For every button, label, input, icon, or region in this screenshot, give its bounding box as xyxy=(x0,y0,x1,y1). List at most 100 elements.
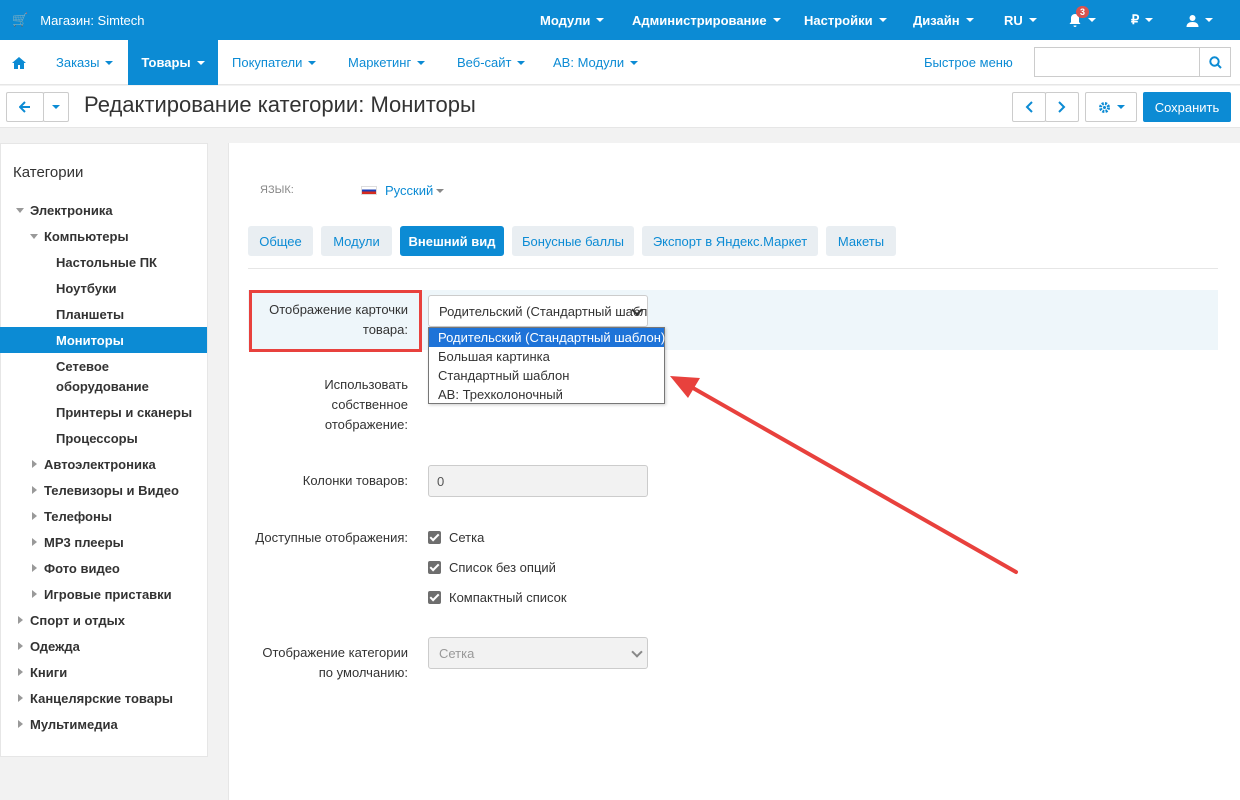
history-dropdown[interactable] xyxy=(43,92,69,122)
collapsed-icon xyxy=(32,512,37,520)
sidebar-item-mp3[interactable]: MP3 плееры xyxy=(0,530,207,554)
currency-selector[interactable]: ₽ xyxy=(1131,0,1154,40)
back-button[interactable] xyxy=(6,92,44,122)
store-name: Магазин: Simtech xyxy=(40,12,145,28)
notifications-badge: 3 xyxy=(1076,6,1090,18)
sidebar-item-auto-electronics[interactable]: Автоэлектроника xyxy=(0,452,207,476)
collapsed-icon xyxy=(18,616,23,624)
available-views-label: Доступные отображения: xyxy=(255,530,408,545)
collapsed-icon xyxy=(18,720,23,728)
option-three-column[interactable]: AB: Трехколоночный xyxy=(429,385,664,404)
collapsed-icon xyxy=(32,564,37,572)
sidebar-item-multimedia[interactable]: Мультимедиа xyxy=(0,712,207,736)
sidebar-item-game-consoles[interactable]: Игровые приставки xyxy=(0,582,207,606)
tab-general[interactable]: Общее xyxy=(248,226,313,256)
sidebar-item-sport[interactable]: Спорт и отдых xyxy=(0,608,207,632)
sidebar-item-clothing[interactable]: Одежда xyxy=(0,634,207,658)
nav-modules[interactable]: Модули xyxy=(540,0,605,40)
collapsed-icon xyxy=(18,694,23,702)
search-icon xyxy=(1208,55,1222,69)
sidebar-item-processors[interactable]: Процессоры xyxy=(0,426,207,450)
expanded-icon xyxy=(30,233,38,239)
chevron-left-icon xyxy=(1025,101,1033,113)
columns-input[interactable]: 0 xyxy=(428,465,648,497)
search-button[interactable] xyxy=(1199,47,1231,77)
prev-category-button[interactable] xyxy=(1012,92,1046,122)
nav-ab-modules[interactable]: AB: Модули xyxy=(553,40,639,85)
gear-icon xyxy=(1098,101,1110,113)
nav-marketing[interactable]: Маркетинг xyxy=(348,40,426,85)
language-label: ЯЗЫК: xyxy=(260,184,294,196)
sidebar-item-computers[interactable]: Компьютеры xyxy=(0,224,207,248)
collapsed-icon xyxy=(18,642,23,650)
divider xyxy=(248,268,1218,269)
sidebar-item-network-2[interactable]: оборудование xyxy=(0,374,207,398)
collapsed-icon xyxy=(32,538,37,546)
nav-products[interactable]: Товары xyxy=(128,40,218,85)
search-input[interactable] xyxy=(1034,47,1199,77)
sidebar-item-electronics[interactable]: Электроника xyxy=(0,198,207,222)
user-menu[interactable] xyxy=(1186,0,1213,40)
language-selector[interactable]: RU xyxy=(1004,0,1037,40)
user-icon xyxy=(1186,14,1199,27)
collapsed-icon xyxy=(32,486,37,494)
store-selector[interactable]: 🛒 Магазин: Simtech xyxy=(12,0,145,40)
option-parent[interactable]: Родительский (Стандартный шаблон) xyxy=(429,328,665,347)
default-view-label: Отображение категории по умолчанию: xyxy=(262,645,408,680)
sidebar-item-tv-video[interactable]: Телевизоры и Видео xyxy=(0,478,207,502)
collapsed-icon xyxy=(18,668,23,676)
nav-customers[interactable]: Покупатели xyxy=(232,40,317,85)
collapsed-icon xyxy=(32,590,37,598)
quick-menu-link[interactable]: Быстрое меню xyxy=(924,40,1013,85)
sidebar-item-tablets[interactable]: Планшеты xyxy=(0,302,207,326)
save-button[interactable]: Сохранить xyxy=(1143,92,1231,122)
sidebar-item-printers[interactable]: Принтеры и сканеры xyxy=(0,400,207,424)
sidebar-item-laptops[interactable]: Ноутбуки xyxy=(0,276,207,300)
sidebar-item-stationery[interactable]: Канцелярские товары xyxy=(0,686,207,710)
collapsed-icon xyxy=(32,460,37,468)
option-standard[interactable]: Стандартный шаблон xyxy=(429,366,664,385)
checkbox-checked-icon xyxy=(428,531,441,544)
columns-label: Колонки товаров: xyxy=(302,473,408,488)
view-compact-checkbox[interactable]: Компактный список xyxy=(428,590,567,605)
top-bar: 🛒 Магазин: Simtech Модули Администрирова… xyxy=(0,0,1240,40)
view-grid-checkbox[interactable]: Сетка xyxy=(428,530,484,545)
page-title: Редактирование категории: Мониторы xyxy=(84,92,476,117)
nav-design[interactable]: Дизайн xyxy=(913,0,974,40)
sidebar-item-desktops[interactable]: Настольные ПК xyxy=(0,250,207,274)
checkbox-checked-icon xyxy=(428,561,441,574)
tab-yandex-export[interactable]: Экспорт в Яндекс.Маркет xyxy=(642,226,818,256)
sidebar-item-photo-video[interactable]: Фото видео xyxy=(0,556,207,580)
expanded-icon xyxy=(16,207,24,213)
option-large-image[interactable]: Большая картинка xyxy=(429,347,664,366)
sidebar-item-monitors[interactable]: Мониторы xyxy=(0,327,207,353)
arrow-left-icon xyxy=(19,101,30,113)
next-category-button[interactable] xyxy=(1045,92,1079,122)
sidebar-item-books[interactable]: Книги xyxy=(0,660,207,684)
chevron-down-icon xyxy=(631,646,643,658)
cart-icon: 🛒 xyxy=(12,12,29,27)
sidebar-heading: Категории xyxy=(13,164,84,181)
product-card-select[interactable]: Родительский (Стандартный шаблон) xyxy=(428,295,648,327)
nav-administration[interactable]: Администрирование xyxy=(632,0,781,40)
sidebar-item-phones[interactable]: Телефоны xyxy=(0,504,207,528)
view-list-checkbox[interactable]: Список без опций xyxy=(428,560,556,575)
tab-modules[interactable]: Модули xyxy=(321,226,392,256)
checkbox-checked-icon xyxy=(428,591,441,604)
product-card-dropdown: Родительский (Стандартный шаблон) Больша… xyxy=(428,327,665,404)
own-view-label: Использовать собственное отображение: xyxy=(324,377,408,432)
default-view-select[interactable]: Сетка xyxy=(428,637,648,669)
nav-orders[interactable]: Заказы xyxy=(56,40,114,85)
nav-settings[interactable]: Настройки xyxy=(804,0,887,40)
nav-website[interactable]: Веб-сайт xyxy=(457,40,526,85)
tab-layouts[interactable]: Макеты xyxy=(826,226,896,256)
home-link[interactable] xyxy=(12,40,26,85)
chevron-right-icon xyxy=(1058,101,1066,113)
language-dropdown[interactable]: Русский xyxy=(361,183,445,198)
highlight-box xyxy=(249,290,422,352)
tab-appearance[interactable]: Внешний вид xyxy=(400,226,504,256)
tab-bonus-points[interactable]: Бонусные баллы xyxy=(512,226,634,256)
russian-flag-icon xyxy=(361,186,377,195)
home-icon xyxy=(12,56,26,69)
settings-dropdown[interactable] xyxy=(1085,92,1137,122)
